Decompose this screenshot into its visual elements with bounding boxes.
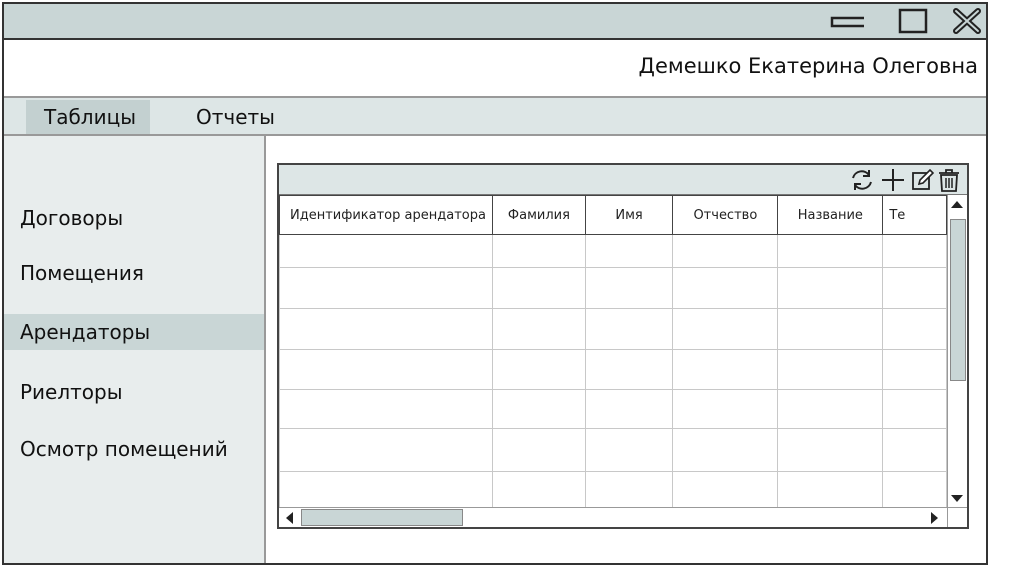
close-icon[interactable] <box>950 8 984 34</box>
scroll-right-icon[interactable] <box>929 510 941 526</box>
table-cell[interactable] <box>279 471 494 507</box>
add-icon[interactable] <box>880 167 906 193</box>
sidebar-item-contracts[interactable]: Договоры <box>4 200 264 236</box>
table-cell[interactable] <box>672 349 779 390</box>
data-grid: Идентификатор арендатора Фамилия Имя Отч… <box>277 163 969 529</box>
scroll-left-icon[interactable] <box>283 510 295 526</box>
table-cell[interactable] <box>672 267 779 309</box>
sidebar-item-tenants[interactable]: Арендаторы <box>4 314 264 350</box>
table-cell[interactable] <box>584 428 674 472</box>
table-cell[interactable] <box>882 234 947 268</box>
table-cell[interactable] <box>882 471 947 507</box>
table-row[interactable] <box>279 471 947 507</box>
table-cell[interactable] <box>492 267 586 309</box>
table-cell[interactable] <box>777 389 884 429</box>
title-bar <box>4 4 986 40</box>
table-body <box>279 234 947 507</box>
table-row[interactable] <box>279 234 947 268</box>
table-cell[interactable] <box>672 234 779 268</box>
sidebar-item-premises[interactable]: Помещения <box>4 255 264 291</box>
table-row[interactable] <box>279 308 947 350</box>
column-header-name[interactable]: Название <box>777 195 884 235</box>
table-cell[interactable] <box>672 308 779 350</box>
table-cell[interactable] <box>492 389 586 429</box>
vertical-scrollbar[interactable] <box>947 195 967 507</box>
tenants-table: Идентификатор арендатора Фамилия Имя Отч… <box>279 195 947 507</box>
table-cell[interactable] <box>777 308 884 350</box>
table-cell[interactable] <box>584 471 674 507</box>
maximize-icon[interactable] <box>896 8 930 34</box>
table-cell[interactable] <box>279 389 494 429</box>
table-cell[interactable] <box>777 349 884 390</box>
vertical-scroll-thumb[interactable] <box>950 219 966 381</box>
menu-item-reports[interactable]: Отчеты <box>178 100 288 134</box>
table-cell[interactable] <box>672 389 779 429</box>
edit-icon[interactable] <box>911 167 935 193</box>
table-cell[interactable] <box>777 471 884 507</box>
horizontal-scroll-thumb[interactable] <box>301 509 463 526</box>
table-row[interactable] <box>279 267 947 309</box>
table-row[interactable] <box>279 389 947 429</box>
column-header-last-name[interactable]: Фамилия <box>492 195 586 235</box>
table-cell[interactable] <box>279 234 494 268</box>
table-cell[interactable] <box>777 267 884 309</box>
table-cell[interactable] <box>584 349 674 390</box>
user-name: Демешко Екатерина Олеговна <box>638 54 978 78</box>
table-cell[interactable] <box>584 308 674 350</box>
table-cell[interactable] <box>492 349 586 390</box>
app-window: Демешко Екатерина Олеговна Таблицы Отчет… <box>2 2 988 565</box>
scroll-corner <box>947 507 967 527</box>
sidebar-item-realtors[interactable]: Риелторы <box>4 374 264 410</box>
sidebar-item-inspections[interactable]: Осмотр помещений <box>4 431 264 467</box>
table-cell[interactable] <box>882 308 947 350</box>
table-cell[interactable] <box>882 428 947 472</box>
table-cell[interactable] <box>492 308 586 350</box>
table-cell[interactable] <box>492 428 586 472</box>
table-cell[interactable] <box>492 234 586 268</box>
table-row[interactable] <box>279 349 947 390</box>
table-cell[interactable] <box>882 267 947 309</box>
table-cell[interactable] <box>882 349 947 390</box>
scroll-up-icon[interactable] <box>949 198 965 210</box>
table-cell[interactable] <box>672 471 779 507</box>
table-header-row: Идентификатор арендатора Фамилия Имя Отч… <box>279 195 947 235</box>
scroll-down-icon[interactable] <box>949 492 965 504</box>
minimize-icon[interactable] <box>830 8 868 34</box>
table-cell[interactable] <box>777 428 884 472</box>
table-cell[interactable] <box>279 267 494 309</box>
menu-bar: Таблицы Отчеты <box>4 98 986 136</box>
table-viewport: Идентификатор арендатора Фамилия Имя Отч… <box>279 195 947 507</box>
table-cell[interactable] <box>584 389 674 429</box>
horizontal-scrollbar[interactable] <box>279 507 947 527</box>
delete-icon[interactable] <box>937 167 961 193</box>
table-row[interactable] <box>279 428 947 472</box>
table-cell[interactable] <box>777 234 884 268</box>
table-cell[interactable] <box>279 428 494 472</box>
column-header-first-name[interactable]: Имя <box>584 195 674 235</box>
table-cell[interactable] <box>279 349 494 390</box>
grid-toolbar <box>279 165 967 195</box>
table-cell[interactable] <box>584 234 674 268</box>
table-cell[interactable] <box>492 471 586 507</box>
menu-item-tables[interactable]: Таблицы <box>26 100 150 134</box>
table-cell[interactable] <box>584 267 674 309</box>
column-header-tenant-id[interactable]: Идентификатор арендатора <box>279 195 494 235</box>
table-cell[interactable] <box>672 428 779 472</box>
table-cell[interactable] <box>882 389 947 429</box>
refresh-icon[interactable] <box>849 167 875 193</box>
table-cell[interactable] <box>279 308 494 350</box>
sidebar: Договоры Помещения Арендаторы Риелторы О… <box>4 136 266 563</box>
user-bar: Демешко Екатерина Олеговна <box>4 40 986 98</box>
column-header-patronymic[interactable]: Отчество <box>672 195 779 235</box>
column-header-truncated[interactable]: Те <box>882 195 947 235</box>
